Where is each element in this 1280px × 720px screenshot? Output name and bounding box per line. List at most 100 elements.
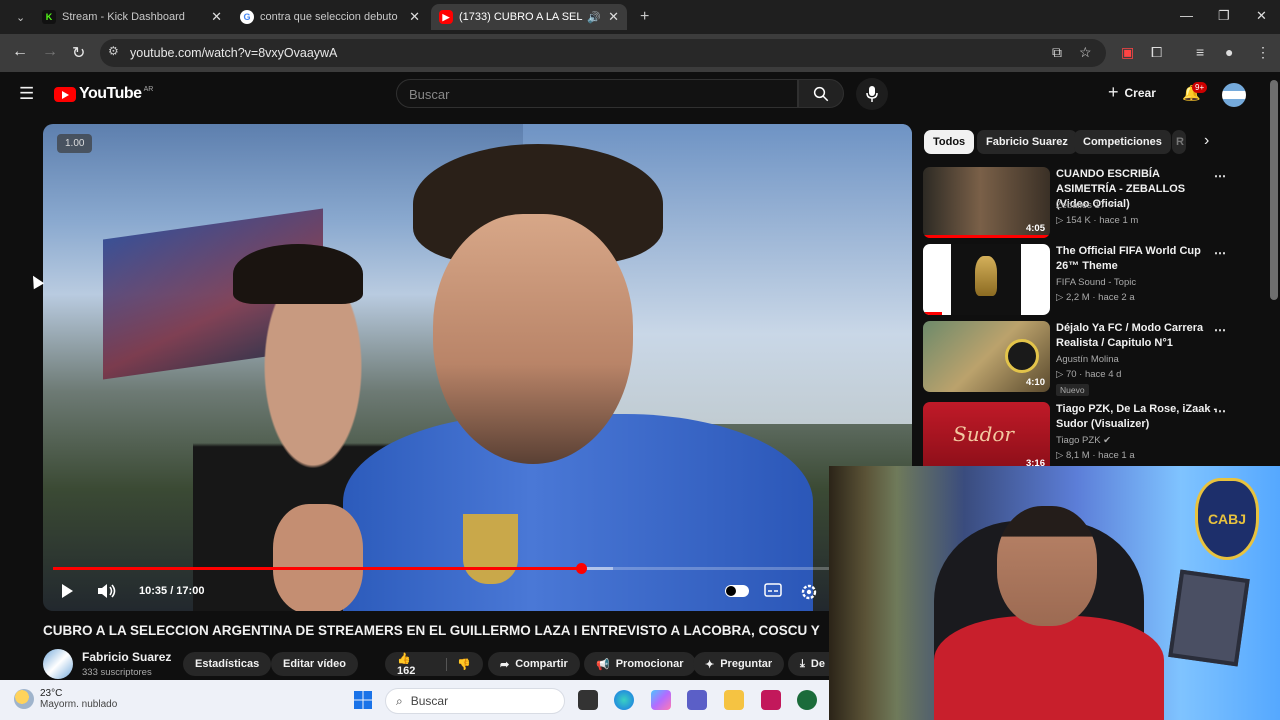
ask-button[interactable]: ✦ Preguntar xyxy=(693,652,785,676)
analytics-button[interactable]: Estadísticas xyxy=(183,652,272,676)
settings-gear-icon[interactable] xyxy=(800,583,818,601)
share-button[interactable]: ➦ Compartir xyxy=(488,652,580,676)
chip-competiciones[interactable]: Competiciones xyxy=(1074,130,1171,154)
media-controls-icon[interactable]: ≡ xyxy=(1196,44,1204,60)
microphone-icon xyxy=(866,86,878,102)
account-avatar[interactable] xyxy=(1222,83,1246,107)
weather-widget[interactable]: 23°C Mayorm. nublado xyxy=(14,688,117,710)
video-thumbnail[interactable]: 2:03 xyxy=(923,244,1050,315)
youtube-logo[interactable]: YouTube AR xyxy=(54,85,153,103)
close-tab-icon[interactable]: ✕ xyxy=(211,9,222,25)
autoplay-toggle[interactable] xyxy=(725,585,749,597)
taskbar-search[interactable]: ⌕ Buscar xyxy=(385,688,565,714)
search-input[interactable]: Buscar xyxy=(396,79,798,108)
maximize-icon[interactable]: ❐ xyxy=(1218,8,1230,24)
extensions-puzzle-icon[interactable]: ⧠ xyxy=(1151,44,1162,61)
video-progress-bar[interactable] xyxy=(53,563,902,574)
minimize-icon[interactable]: — xyxy=(1180,8,1193,23)
close-tab-icon[interactable]: ✕ xyxy=(608,9,619,25)
chevron-right-icon[interactable]: › xyxy=(1204,132,1209,150)
search-button[interactable] xyxy=(798,79,844,108)
channel-avatar[interactable] xyxy=(43,649,73,679)
verified-check-icon: ✔ xyxy=(1107,200,1116,211)
subtitles-icon[interactable] xyxy=(764,583,782,597)
forward-icon[interactable]: → xyxy=(42,43,58,61)
shorts-play-icon: ▷ xyxy=(1056,369,1064,380)
playback-speed-indicator: 1.00 xyxy=(57,134,93,153)
video-player[interactable]: 1.00 10:35 / 17:00 xyxy=(43,124,912,611)
reload-icon[interactable]: ↻ xyxy=(72,43,85,63)
webcam-overlay: CABJ xyxy=(829,466,1280,720)
speaker-icon[interactable]: 🔊 xyxy=(587,11,601,24)
tab-youtube-video[interactable]: ▶ (1733) CUBRO A LA SELECC 🔊 ✕ xyxy=(431,4,627,30)
share-icon: ➦ xyxy=(500,658,510,671)
new-tab-button[interactable]: + xyxy=(632,4,652,30)
streamer-jersey xyxy=(934,616,1164,720)
more-options-icon[interactable]: ⋯ xyxy=(1214,404,1226,418)
notifications-badge: 9+ xyxy=(1192,82,1208,93)
dislike-button[interactable]: 👎 xyxy=(446,657,471,671)
volume-icon[interactable] xyxy=(97,583,117,599)
menu-kebab-icon[interactable]: ⋮ xyxy=(1256,44,1270,61)
video-thumbnail[interactable]: Sudor 3:16 xyxy=(923,402,1050,473)
video-person-center xyxy=(343,144,813,611)
watched-progress-bar xyxy=(923,312,943,315)
edge-browser-icon[interactable] xyxy=(614,690,634,710)
like-button[interactable]: 👍 162 xyxy=(397,652,430,677)
world-cup-trophy-icon xyxy=(975,256,997,296)
close-tab-icon[interactable]: ✕ xyxy=(409,9,420,25)
plus-icon: + xyxy=(1108,82,1119,102)
youtube-play-logo-icon xyxy=(54,86,76,102)
scrollbar[interactable] xyxy=(1270,80,1278,300)
channel-name[interactable]: Fabricio Suarez xyxy=(82,650,171,664)
tab-kick-dashboard[interactable]: K Stream - Kick Dashboard ✕ xyxy=(34,4,230,30)
chevron-down-icon: ⌄ xyxy=(16,11,26,24)
tab-search-button[interactable]: ⌄ xyxy=(8,4,28,30)
app-icon[interactable] xyxy=(797,690,817,710)
promote-button[interactable]: 📢 Promocionar xyxy=(584,652,696,676)
install-app-icon[interactable]: ⧉ xyxy=(1052,44,1062,61)
more-options-icon[interactable]: ⋯ xyxy=(1214,246,1226,260)
thumbs-up-icon: 👍 xyxy=(397,652,411,665)
bookmark-star-icon[interactable]: ☆ xyxy=(1079,44,1092,61)
recommendation-item[interactable]: 4:10 Déjalo Ya FC / Modo Carrera Realist… xyxy=(923,321,1233,396)
hamburger-menu-icon[interactable]: ☰ xyxy=(19,84,34,104)
shorts-play-icon: ▷ xyxy=(1056,215,1064,226)
windows-start-icon[interactable] xyxy=(353,690,373,710)
file-explorer-icon[interactable] xyxy=(724,690,744,710)
play-icon[interactable] xyxy=(60,583,74,599)
profile-icon[interactable]: ● xyxy=(1225,44,1233,60)
recommendation-item[interactable]: 4:05 CUANDO ESCRIBÍA ASIMETRÍA - ZEBALLO… xyxy=(923,167,1233,239)
teams-icon[interactable] xyxy=(687,690,707,710)
edit-video-button[interactable]: Editar vídeo xyxy=(271,652,358,676)
like-dislike-group: 👍 162 👎 xyxy=(385,652,483,677)
snipping-tool-icon[interactable] xyxy=(761,690,781,710)
site-info-icon[interactable]: ⚙ xyxy=(108,44,119,58)
chip-more[interactable]: R xyxy=(1172,130,1186,154)
address-bar[interactable]: ⚙ youtube.com/watch?v=8vxyOvaaywA xyxy=(100,39,1106,67)
close-window-icon[interactable]: ✕ xyxy=(1256,8,1267,24)
task-view-icon[interactable] xyxy=(578,690,598,710)
more-options-icon[interactable]: ⋯ xyxy=(1214,169,1226,183)
recommendation-item[interactable]: 2:03 The Official FIFA World Cup 26™ The… xyxy=(923,244,1233,316)
chip-fabricio-suarez[interactable]: Fabricio Suarez xyxy=(977,130,1077,154)
search-icon xyxy=(813,86,829,101)
chip-todos[interactable]: Todos xyxy=(924,130,975,154)
download-icon: ⤓ xyxy=(800,657,805,670)
windows-taskbar: 23°C Mayorm. nublado ⌕ Buscar xyxy=(0,680,829,720)
scrubber-handle[interactable] xyxy=(576,563,588,574)
voice-search-button[interactable] xyxy=(856,78,888,110)
recommendation-item[interactable]: Sudor 3:16 Tiago PZK, De La Rose, iZaak … xyxy=(923,402,1233,474)
megaphone-icon: 📢 xyxy=(596,658,610,671)
address-toolbar: ← → ↻ ⚙ youtube.com/watch?v=8vxyOvaaywA … xyxy=(0,34,1280,72)
download-button[interactable]: ⤓ De xyxy=(788,652,829,676)
back-icon[interactable]: ← xyxy=(12,43,28,61)
copilot-icon[interactable] xyxy=(651,690,671,710)
more-options-icon[interactable]: ⋯ xyxy=(1214,323,1226,337)
thumbs-down-icon: 👎 xyxy=(457,658,471,671)
video-thumbnail[interactable]: 4:05 xyxy=(923,167,1050,238)
create-button[interactable]: + Crear xyxy=(1108,82,1156,103)
video-thumbnail[interactable]: 4:10 xyxy=(923,321,1050,392)
tab-google-search[interactable]: G contra que seleccion debuto m ✕ xyxy=(232,4,428,30)
extension-icon[interactable]: ▣ xyxy=(1121,44,1134,61)
